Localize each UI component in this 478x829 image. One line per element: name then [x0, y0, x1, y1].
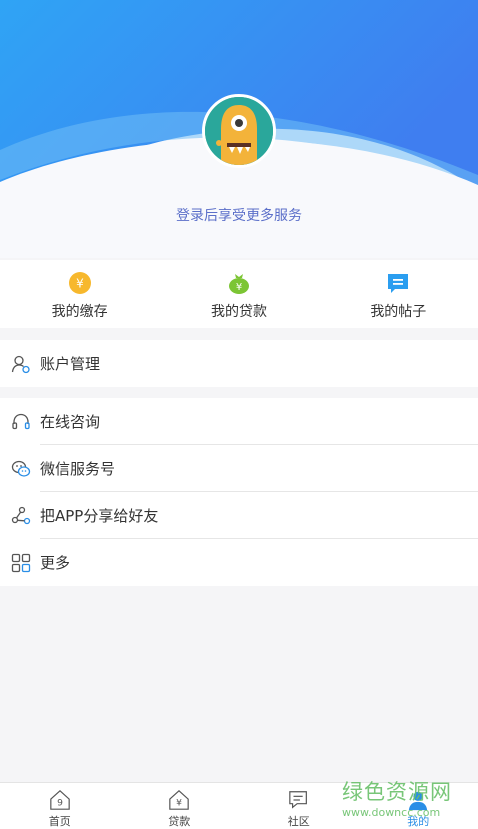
- tab-label: 贷款: [168, 815, 191, 828]
- menu-item-more[interactable]: 更多: [0, 539, 478, 586]
- wechat-icon: [11, 460, 31, 477]
- menu-item-account-management[interactable]: 账户管理: [0, 340, 478, 387]
- menu-item-online-consult[interactable]: 在线咨询: [0, 398, 478, 445]
- svg-text:¥: ¥: [236, 282, 242, 293]
- quick-label: 我的缴存: [51, 304, 108, 320]
- home-icon: 9: [49, 790, 70, 810]
- menu-group-account: 账户管理: [0, 340, 478, 387]
- menu-label: 把APP分享给好友: [40, 507, 159, 525]
- deposit-coin-icon: ¥: [68, 272, 91, 294]
- menu-item-wechat[interactable]: 微信服务号: [0, 445, 478, 492]
- profile-header: 登录后享受更多服务: [0, 0, 478, 258]
- avatar[interactable]: [202, 94, 276, 168]
- menu-group-services: 在线咨询 微信服务号 把APP分享给好友 更多: [0, 398, 478, 586]
- watermark: 绿色资源网 www.downcc.com: [342, 776, 472, 824]
- tab-home[interactable]: 9 首页: [0, 783, 120, 829]
- loan-house-icon: ¥: [169, 790, 190, 810]
- menu-label: 微信服务号: [40, 460, 116, 478]
- svg-text:¥: ¥: [176, 798, 182, 809]
- menu-label: 更多: [40, 554, 71, 572]
- quick-my-deposit[interactable]: ¥ 我的缴存: [0, 260, 159, 328]
- post-bubble-icon: [388, 274, 409, 293]
- svg-text:9: 9: [57, 798, 63, 809]
- account-user-icon: [11, 355, 30, 373]
- menu-label: 账户管理: [40, 355, 101, 373]
- grid-more-icon: [11, 553, 31, 572]
- monster-avatar-icon: [205, 97, 273, 165]
- tab-label: 首页: [48, 815, 71, 828]
- menu-label: 在线咨询: [40, 413, 101, 431]
- quick-label: 我的贷款: [210, 304, 267, 320]
- watermark-site: www.downcc.com: [342, 806, 441, 819]
- share-icon: [11, 506, 31, 524]
- tab-community[interactable]: 社区: [239, 783, 359, 829]
- tab-label: 社区: [287, 815, 310, 828]
- menu-item-share-app[interactable]: 把APP分享给好友: [0, 492, 478, 539]
- quick-my-loan[interactable]: ¥ 我的贷款: [159, 260, 318, 328]
- svg-text:¥: ¥: [76, 277, 84, 291]
- loan-bag-icon: ¥: [228, 274, 249, 294]
- community-chat-icon: [288, 791, 307, 809]
- quick-label: 我的帖子: [370, 304, 427, 320]
- watermark-brand: 绿色资源网: [342, 780, 452, 804]
- quick-actions: ¥ 我的缴存 ¥ 我的贷款 我的帖子: [0, 260, 478, 328]
- tab-loan[interactable]: ¥ 贷款: [120, 783, 240, 829]
- headset-icon: [12, 413, 30, 429]
- quick-my-posts[interactable]: 我的帖子: [319, 260, 478, 328]
- login-prompt[interactable]: 登录后享受更多服务: [0, 205, 478, 225]
